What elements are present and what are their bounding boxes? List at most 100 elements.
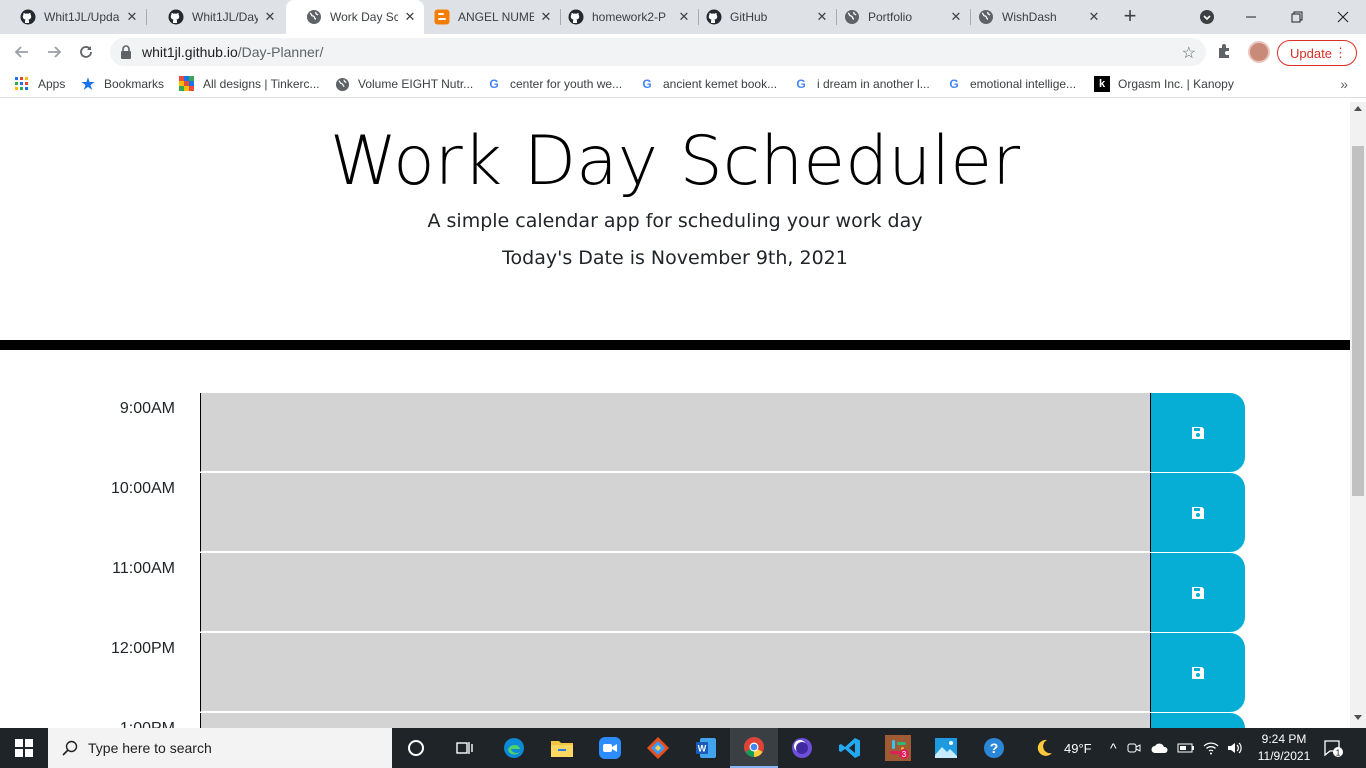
star-icon: ★ [81,76,95,93]
profile-avatar[interactable] [1248,41,1270,63]
close-tab-icon[interactable]: ✕ [814,9,830,25]
scroll-up-icon[interactable] [1354,106,1362,111]
save-button[interactable] [1150,553,1245,632]
save-disk-icon [1192,426,1204,439]
close-tab-icon[interactable]: ✕ [538,9,554,25]
meet-now-icon[interactable] [1127,741,1141,755]
scrollbar-thumb[interactable] [1352,146,1364,496]
update-button[interactable]: Update ⋮ [1277,40,1357,66]
tab-title: homework2-P [592,10,667,24]
bookmark-center-for-youth[interactable]: G center for youth we... [486,76,622,92]
save-button[interactable] [1150,473,1245,552]
show-hidden-icons-icon[interactable]: ^ [1110,740,1117,756]
tab-angel-numbers[interactable]: ANGEL NUMB ✕ [424,0,560,34]
tab-divider [146,9,147,25]
close-tab-icon[interactable]: ✕ [402,9,418,25]
wifi-icon[interactable] [1203,741,1219,755]
bookmark-kanopy[interactable]: k Orgasm Inc. | Kanopy [1094,76,1234,92]
scroll-down-icon[interactable] [1354,715,1362,720]
weather-widget[interactable]: 49°F [1034,728,1092,768]
bookmark-volume-eight[interactable]: Volume EIGHT Nutr... [334,76,473,92]
search-placeholder: Type here to search [88,740,212,756]
slack-badge-count: 3 [902,750,907,759]
onedrive-cloud-icon[interactable] [1151,742,1169,754]
back-button[interactable] [10,40,34,64]
start-button[interactable] [0,728,48,768]
notification-count: 1 [1336,749,1341,758]
reload-button[interactable] [74,40,98,64]
tab-whit1jl-update[interactable]: Whit1JL/Upda ✕ [0,0,146,34]
taskbar-help[interactable]: ? [970,728,1018,768]
bookmark-tinkercad[interactable]: All designs | Tinkerc... [179,76,320,92]
taskbar-zoom[interactable] [586,728,634,768]
tab-homework2[interactable]: homework2-P ✕ [562,0,698,34]
taskbar-vscode[interactable] [826,728,874,768]
close-tab-icon[interactable]: ✕ [124,9,140,25]
taskbar-photos[interactable] [922,728,970,768]
volume-icon[interactable] [1227,741,1243,755]
extensions-puzzle-icon[interactable] [1216,42,1234,60]
tab-title: Work Day Sch [330,10,398,24]
event-description-input[interactable] [200,553,1150,632]
tab-title: GitHub [730,10,768,24]
tinkercad-icon [179,76,195,92]
close-tab-icon[interactable]: ✕ [1086,9,1102,25]
bookmark-bookmarks[interactable]: ★ Bookmarks [80,76,164,93]
close-window-button[interactable] [1320,0,1366,34]
cortana-button[interactable] [392,728,440,768]
bookmark-ancient-kemet[interactable]: G ancient kemet book... [639,76,777,92]
taskbar-file-explorer[interactable] [538,728,586,768]
tab-whit1jl-day-planner[interactable]: Whit1JL/Day- ✕ [148,0,284,34]
event-description-input[interactable] [200,473,1150,552]
event-description-input[interactable] [200,633,1150,712]
hour-label: 11:00AM [112,560,175,577]
save-button[interactable] [1150,633,1245,712]
clock-time: 9:24 PM [1261,732,1307,746]
bookmark-apps[interactable]: Apps [14,76,65,92]
minimize-button[interactable] [1228,0,1274,34]
time-block-row: 9:00AM [0,393,1350,473]
page-scrollbar[interactable] [1350,102,1366,728]
tab-search-button[interactable] [1184,0,1230,34]
save-button[interactable] [1150,713,1245,728]
notification-center-icon[interactable]: 1 [1322,737,1344,759]
task-view-button[interactable] [440,728,488,768]
apps-grid-icon [14,76,30,92]
taskbar-word[interactable]: W [682,728,730,768]
tab-divider [560,9,561,25]
taskbar-edge[interactable] [490,728,538,768]
save-button[interactable] [1150,393,1245,472]
taskbar-clock[interactable]: 9:24 PM 11/9/2021 [1248,731,1320,765]
google-icon: G [489,77,499,91]
forward-button[interactable] [42,40,66,64]
taskbar-slack[interactable]: 3 [874,728,922,768]
event-description-input[interactable] [200,713,1150,728]
time-block-row: 12:00PM [0,633,1350,713]
bookmarks-overflow-button[interactable]: » [1340,76,1348,92]
address-bar[interactable]: whit1jl.github.io/Day-Planner/ ☆ [110,38,1206,66]
restore-button[interactable] [1274,0,1320,34]
bookmark-label: emotional intellige... [970,77,1077,91]
task-view-icon [456,742,473,754]
bookmark-emotional-intelligence[interactable]: G emotional intellige... [946,76,1076,92]
bookmark-star-icon[interactable]: ☆ [1182,43,1196,63]
google-icon: G [642,77,652,91]
taskbar-search-box[interactable]: Type here to search [48,728,392,768]
tab-work-day-scheduler[interactable]: Work Day Sch ✕ [286,0,424,34]
taskbar-chrome[interactable] [730,728,778,768]
close-tab-icon[interactable]: ✕ [948,9,964,25]
tab-github[interactable]: GitHub ✕ [700,0,836,34]
new-tab-button[interactable]: + [1118,5,1142,29]
bookmark-i-dream[interactable]: G i dream in another l... [793,76,929,92]
taskbar-moon-app[interactable] [778,728,826,768]
svg-text:?: ? [990,740,999,756]
globe-icon [334,76,350,92]
event-description-input[interactable] [200,393,1150,472]
taskbar-git-tool[interactable] [634,728,682,768]
tab-wishdash[interactable]: WishDash ✕ [972,0,1108,34]
battery-icon[interactable] [1177,742,1195,754]
close-tab-icon[interactable]: ✕ [262,9,278,25]
close-tab-icon[interactable]: ✕ [676,9,692,25]
tab-portfolio[interactable]: Portfolio ✕ [838,0,970,34]
save-disk-icon [1192,586,1204,599]
